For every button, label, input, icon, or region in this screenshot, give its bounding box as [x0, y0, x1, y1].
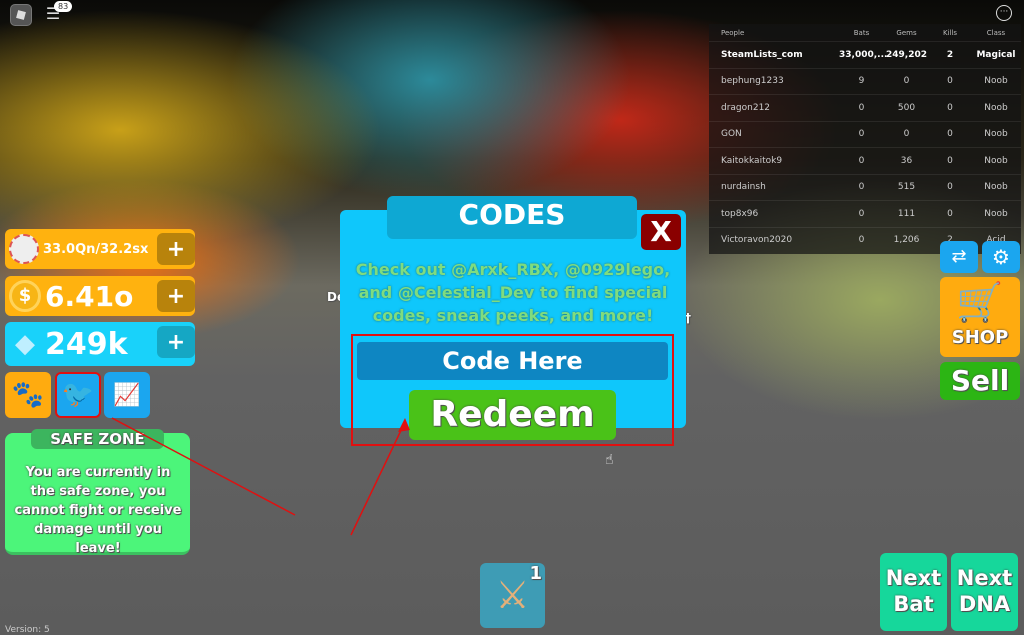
cart-icon: 🛒: [956, 280, 1004, 324]
gear-icon: ⚙: [992, 245, 1010, 269]
settings-button[interactable]: ⚙: [982, 241, 1020, 273]
annotation-line-twitter: [111, 417, 296, 516]
next-dna-button[interactable]: Next DNA: [951, 553, 1018, 631]
next-bat-button[interactable]: Next Bat: [880, 553, 947, 631]
swap-button[interactable]: ⇄: [940, 241, 978, 273]
annotation-arrows: [111, 417, 410, 536]
sell-button[interactable]: Sell: [940, 362, 1020, 400]
crossed-bats-icon: ⚔: [495, 573, 530, 617]
mouse-cursor-icon: ☝: [605, 452, 614, 468]
swap-icon: ⇄: [951, 246, 967, 267]
hotbar-slot[interactable]: ⚔ 1: [480, 563, 545, 628]
shop-button[interactable]: 🛒 SHOP: [940, 277, 1020, 357]
annotation-line-redeem: [350, 421, 406, 536]
annotation-arrowhead: [398, 418, 410, 432]
